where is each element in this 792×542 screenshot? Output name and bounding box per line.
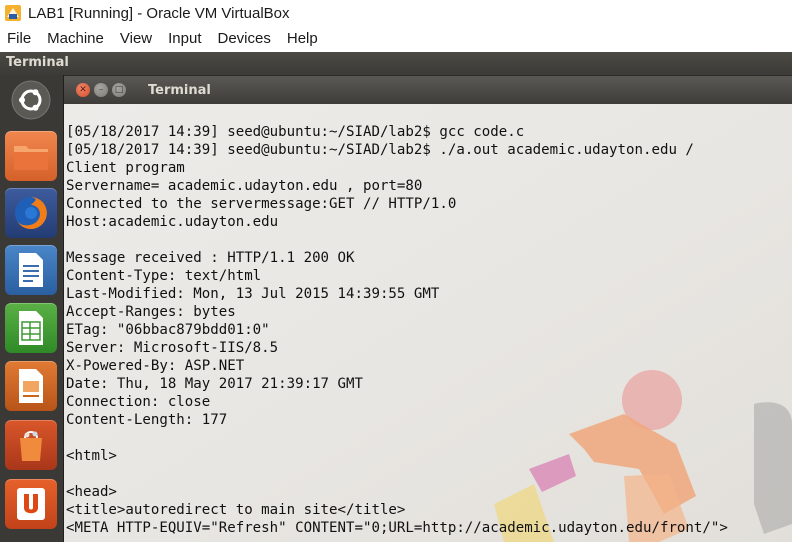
terminal-line: Content-Type: text/html <box>66 268 262 284</box>
terminal-line: Connected to the servermessage:GET // HT… <box>66 196 457 212</box>
terminal-line: <META HTTP-EQUIV="Refresh" CONTENT="0;UR… <box>66 520 728 536</box>
host-menubar: File Machine View Input Devices Help <box>0 26 792 52</box>
terminal-line: [05/18/2017 14:39] seed@ubuntu:~/SIAD/la… <box>66 142 694 158</box>
guest-top-panel: Terminal <box>0 52 792 75</box>
terminal-line: [05/18/2017 14:39] seed@ubuntu:~/SIAD/la… <box>66 124 525 140</box>
firefox-icon[interactable] <box>5 188 57 238</box>
terminal-output: [05/18/2017 14:39] seed@ubuntu:~/SIAD/la… <box>66 123 728 537</box>
virtualbox-icon <box>4 4 22 22</box>
terminal-line: Client program <box>66 160 185 176</box>
terminal-line: Content-Length: 177 <box>66 412 228 428</box>
terminal-line: Last-Modified: Mon, 13 Jul 2015 14:39:55… <box>66 286 440 302</box>
terminal-line: <head> <box>66 484 117 500</box>
terminal-line: <html> <box>66 448 117 464</box>
terminal-line: ETag: "06bbac879bdd01:0" <box>66 322 270 338</box>
terminal-line: X-Powered-By: ASP.NET <box>66 358 245 374</box>
calc-icon[interactable] <box>5 303 57 353</box>
terminal-titlebar: ✕ – □ Terminal <box>64 76 792 104</box>
terminal-line: Date: Thu, 18 May 2017 21:39:17 GMT <box>66 376 363 392</box>
ubuntu-dash-icon[interactable] <box>5 75 57 125</box>
terminal-line: Accept-Ranges: bytes <box>66 304 236 320</box>
menu-input[interactable]: Input <box>160 26 209 52</box>
menu-devices[interactable]: Devices <box>210 26 279 52</box>
minimize-button[interactable]: – <box>94 83 108 97</box>
terminal-line: Host:academic.udayton.edu <box>66 214 279 230</box>
guest-panel-title: Terminal <box>6 55 69 70</box>
terminal-body[interactable]: [05/18/2017 14:39] seed@ubuntu:~/SIAD/la… <box>64 104 792 542</box>
terminal-line: Connection: close <box>66 394 211 410</box>
files-icon[interactable] <box>5 131 57 181</box>
unity-launcher <box>0 75 64 542</box>
close-button[interactable]: ✕ <box>76 83 90 97</box>
terminal-line: Message received : HTTP/1.1 200 OK <box>66 250 355 266</box>
writer-icon[interactable] <box>5 245 57 295</box>
ubuntu-one-icon[interactable] <box>5 479 57 529</box>
menu-machine[interactable]: Machine <box>39 26 112 52</box>
menu-view[interactable]: View <box>112 26 160 52</box>
terminal-title: Terminal <box>148 82 211 98</box>
impress-icon[interactable] <box>5 361 57 411</box>
menu-file[interactable]: File <box>0 26 39 52</box>
menu-help[interactable]: Help <box>279 26 326 52</box>
software-center-icon[interactable] <box>5 420 57 470</box>
maximize-button[interactable]: □ <box>112 83 126 97</box>
terminal-line: Server: Microsoft-IIS/8.5 <box>66 340 279 356</box>
terminal-line: Servername= academic.udayton.edu , port=… <box>66 178 423 194</box>
terminal-line: <title>autoredirect to main site</title> <box>66 502 406 518</box>
terminal-window: ✕ – □ Terminal [05/18/2017 14:39] seed@u… <box>64 76 792 542</box>
window-title: LAB1 [Running] - Oracle VM VirtualBox <box>28 4 290 22</box>
host-titlebar: LAB1 [Running] - Oracle VM VirtualBox <box>0 0 792 26</box>
